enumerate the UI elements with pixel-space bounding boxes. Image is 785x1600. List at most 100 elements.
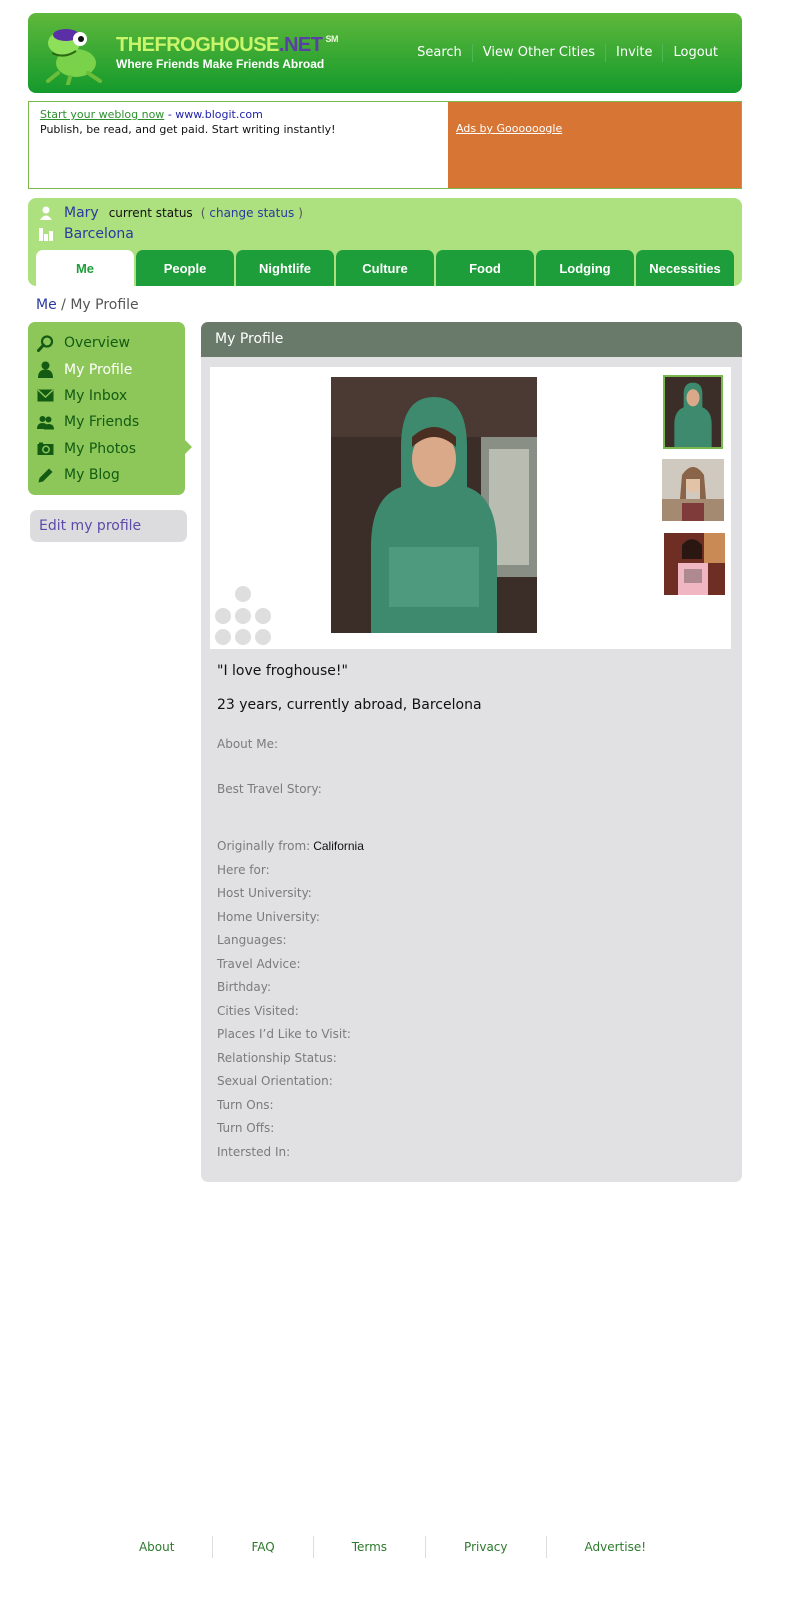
field-languages: Languages: — [217, 933, 290, 947]
tab-me[interactable]: Me — [36, 250, 134, 286]
field-label: Host University: — [217, 886, 312, 900]
field-home-university: Home University: — [217, 910, 323, 924]
photo-thumbnail[interactable] — [662, 459, 724, 521]
sidebar-item-my-inbox[interactable]: My Inbox — [28, 383, 185, 409]
active-pointer — [185, 440, 192, 454]
ad-link[interactable]: Start your weblog now — [40, 108, 164, 121]
sidebar-item-my-profile[interactable]: My Profile — [28, 356, 185, 382]
photo-thumbnail[interactable] — [664, 533, 725, 595]
paren-close: ) — [298, 206, 303, 220]
top-nav: Search View Other Cities Invite Logout — [407, 44, 728, 62]
text-ad: Start your weblog now - www.blogit.com P… — [29, 102, 448, 188]
person-icon — [38, 361, 53, 379]
pencil-icon — [38, 468, 53, 483]
loading-dots-icon — [215, 586, 271, 645]
nav-view-other-cities-link[interactable]: View Other Cities — [471, 44, 605, 62]
user-city[interactable]: Barcelona — [64, 226, 134, 242]
field-host-university: Host University: — [217, 886, 315, 900]
field-label: Home University: — [217, 909, 320, 924]
user-bar: Mary current status ( change status ) Ba… — [28, 198, 742, 286]
user-city-row: Barcelona — [38, 226, 134, 242]
footer-nav: About FAQ Terms Privacy Advertise! — [0, 1536, 785, 1558]
footer-advertise-link[interactable]: Advertise! — [545, 1536, 685, 1558]
field-here-for: Here for: — [217, 863, 273, 877]
tab-lodging[interactable]: Lodging — [536, 250, 634, 286]
city-icon — [39, 228, 53, 241]
sidebar-item-label: Overview — [64, 335, 130, 352]
nav-search-link[interactable]: Search — [407, 44, 472, 62]
magnifier-icon — [37, 335, 54, 352]
photo-gallery — [210, 367, 731, 649]
about-me-label: About Me: — [217, 737, 279, 751]
ad-url[interactable]: - www.blogit.com — [168, 108, 263, 121]
field-label: Turn Offs: — [217, 1121, 275, 1135]
field-turn-offs: Turn Offs: — [217, 1121, 277, 1135]
sidebar-item-my-friends[interactable]: My Friends — [28, 409, 185, 435]
frog-logo-icon[interactable] — [40, 23, 110, 85]
main-tabs: Me People Nightlife Culture Food Lodging… — [36, 250, 736, 286]
tab-culture[interactable]: Culture — [336, 250, 434, 286]
user-icon — [40, 206, 52, 220]
field-originally-from: Originally from: California — [217, 839, 364, 853]
friends-icon — [37, 415, 54, 430]
profile-quote: "I love froghouse!" — [217, 663, 348, 679]
field-travel-advice: Travel Advice: — [217, 957, 304, 971]
tab-nightlife[interactable]: Nightlife — [236, 250, 334, 286]
paren-open: ( — [200, 206, 206, 220]
main-profile-photo[interactable] — [331, 377, 537, 633]
field-label: Intersted In: — [217, 1144, 291, 1159]
field-places-to-visit: Places I’d Like to Visit: — [217, 1027, 354, 1041]
nav-logout-link[interactable]: Logout — [662, 44, 728, 62]
footer-about-link[interactable]: About — [101, 1536, 212, 1558]
user-name[interactable]: Mary — [64, 205, 99, 221]
field-sexual-orientation: Sexual Orientation: — [217, 1074, 336, 1088]
sidebar-item-label: My Friends — [64, 414, 140, 431]
sidebar-item-my-blog[interactable]: My Blog — [28, 462, 185, 488]
sidebar-item-label: My Blog — [64, 467, 120, 484]
status-label: current status — [108, 206, 193, 220]
photo-thumbnail[interactable] — [663, 375, 723, 449]
footer-faq-link[interactable]: FAQ — [212, 1536, 312, 1558]
sidebar-item-label: My Inbox — [64, 387, 128, 404]
field-turn-ons: Turn Ons: — [217, 1098, 277, 1112]
field-interested-in: Intersted In: — [217, 1145, 293, 1159]
tab-people[interactable]: People — [136, 250, 234, 286]
brand-tagline: Where Friends Make Friends Abroad — [116, 57, 325, 71]
field-label: Cities Visited: — [217, 1003, 299, 1018]
breadcrumb: Me / My Profile — [36, 297, 139, 313]
breadcrumb-me-link[interactable]: Me — [36, 297, 57, 313]
profile-panel: My Profile "I love froghouse!" 23 years,… — [201, 322, 742, 1182]
ads-by-link[interactable]: Ads by Goooooogle — [456, 122, 562, 135]
tab-food[interactable]: Food — [436, 250, 534, 286]
field-label: Turn Ons: — [217, 1097, 274, 1112]
sidebar-item-label: My Profile — [64, 361, 133, 378]
brand[interactable]: THEFROGHOUSE.NET SM Where Friends Make Fr… — [116, 34, 338, 71]
breadcrumb-current: My Profile — [70, 297, 139, 313]
field-birthday: Birthday: — [217, 980, 274, 994]
field-label: Sexual Orientation: — [217, 1074, 333, 1088]
sidebar-item-my-photos[interactable]: My Photos — [28, 436, 185, 462]
profile-summary: 23 years, currently abroad, Barcelona — [217, 697, 482, 713]
sidebar-item-overview[interactable]: Overview — [28, 330, 185, 356]
footer-terms-link[interactable]: Terms — [312, 1536, 425, 1558]
user-status-row: Mary current status ( change status ) — [38, 205, 303, 221]
tab-necessities[interactable]: Necessities — [636, 250, 734, 286]
field-relationship-status: Relationship Status: — [217, 1051, 340, 1065]
footer-privacy-link[interactable]: Privacy — [425, 1536, 545, 1558]
field-label: Here for: — [217, 862, 270, 877]
field-value: California — [313, 839, 364, 853]
sidebar-nav: Overview My Profile My Inbox My Friends … — [28, 322, 192, 495]
nav-invite-link[interactable]: Invite — [605, 44, 662, 62]
field-label: Languages: — [217, 933, 287, 947]
field-label: Travel Advice: — [217, 956, 301, 971]
panel-title: My Profile — [201, 322, 742, 357]
ad-panel: Ads by Goooooogle — [448, 102, 741, 188]
ad-body: Publish, be read, and get paid. Start wr… — [40, 123, 336, 136]
field-label: Relationship Status: — [217, 1050, 337, 1065]
edit-profile-button[interactable]: Edit my profile — [30, 510, 187, 542]
field-label: Birthday: — [217, 980, 272, 994]
change-status-link[interactable]: change status — [209, 206, 294, 220]
sidebar-item-label: My Photos — [64, 440, 137, 457]
field-label: Originally from: — [217, 839, 311, 853]
site-header: THEFROGHOUSE.NET SM Where Friends Make Fr… — [28, 13, 742, 93]
